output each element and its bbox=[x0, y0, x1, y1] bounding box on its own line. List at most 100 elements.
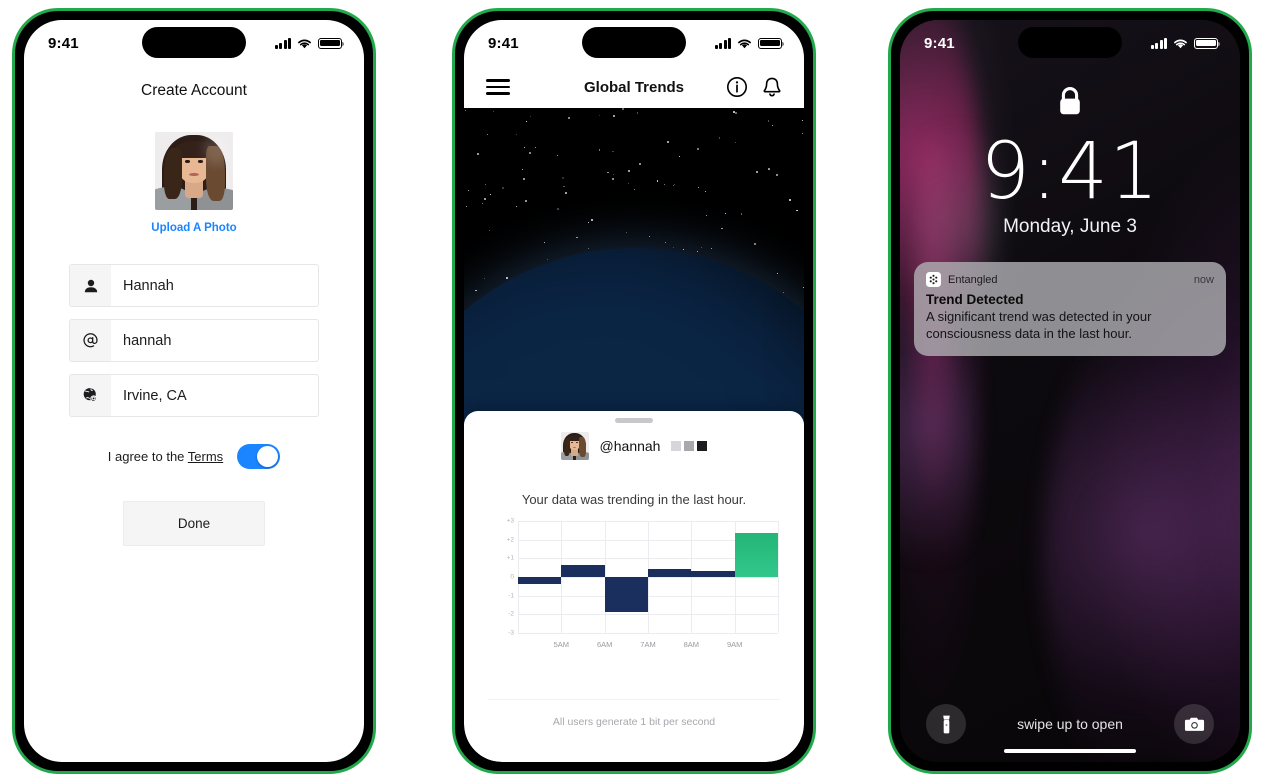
screen-global-trends: 9:41 Global Trends @hannah Your data was… bbox=[464, 20, 804, 762]
star bbox=[789, 199, 792, 202]
star bbox=[588, 221, 589, 223]
trend-card: @hannah Your data was trending in the la… bbox=[464, 411, 804, 762]
username-field[interactable]: hannah bbox=[69, 319, 319, 362]
star bbox=[795, 209, 798, 212]
bell-icon[interactable] bbox=[762, 76, 782, 98]
lock-date: Monday, June 3 bbox=[1003, 216, 1137, 238]
mute-switch[interactable] bbox=[452, 141, 455, 175]
star bbox=[721, 227, 723, 229]
volume-down-button[interactable] bbox=[452, 253, 455, 309]
chart-bar[interactable] bbox=[648, 569, 692, 577]
star bbox=[664, 184, 666, 186]
chart-bar[interactable] bbox=[691, 570, 735, 577]
star bbox=[801, 132, 804, 135]
volume-up-button[interactable] bbox=[12, 187, 15, 243]
notification-banner[interactable]: Entangled now Trend Detected A significa… bbox=[914, 262, 1226, 356]
username-field-value[interactable]: hannah bbox=[111, 320, 318, 361]
volume-down-button[interactable] bbox=[12, 253, 15, 309]
star bbox=[557, 208, 560, 210]
info-circle-icon[interactable] bbox=[726, 76, 748, 98]
screen-lock[interactable]: 9:41 9:41 Monday, June 3 Entangled now T… bbox=[900, 20, 1240, 762]
avatar[interactable] bbox=[155, 132, 233, 210]
terms-link[interactable]: Terms bbox=[188, 449, 223, 464]
notification-app-name: Entangled bbox=[948, 273, 998, 286]
star bbox=[546, 258, 549, 261]
avatar-photo bbox=[155, 132, 233, 210]
volume-button-left[interactable] bbox=[12, 141, 15, 175]
name-field-value[interactable]: Hannah bbox=[111, 265, 318, 306]
globe-search-icon bbox=[70, 375, 111, 416]
power-button[interactable] bbox=[1249, 193, 1252, 269]
chart-bar[interactable] bbox=[518, 577, 562, 584]
swipe-up-label: swipe up to open bbox=[1017, 716, 1123, 732]
star bbox=[475, 290, 477, 292]
star bbox=[753, 242, 756, 245]
star bbox=[599, 149, 601, 151]
star bbox=[568, 117, 571, 120]
y-axis-tick-label: 0 bbox=[510, 573, 514, 581]
star bbox=[782, 291, 784, 293]
star bbox=[516, 133, 518, 135]
globe-visualization[interactable]: Tyumen Seoul Thiruvananthapuram bbox=[464, 108, 804, 438]
volume-down-button[interactable] bbox=[888, 253, 891, 309]
star bbox=[633, 188, 636, 190]
dynamic-island bbox=[142, 27, 246, 58]
star bbox=[776, 173, 779, 176]
home-indicator[interactable] bbox=[1004, 748, 1136, 753]
power-button[interactable] bbox=[373, 193, 376, 269]
user-handle[interactable]: @hannah bbox=[600, 438, 661, 454]
star bbox=[740, 212, 743, 215]
star bbox=[465, 110, 467, 112]
avatar-photo bbox=[560, 432, 589, 460]
volume-up-button[interactable] bbox=[888, 187, 891, 243]
star bbox=[802, 120, 804, 122]
star bbox=[534, 147, 536, 148]
flashlight-button[interactable] bbox=[926, 704, 966, 744]
star bbox=[488, 229, 490, 231]
star bbox=[697, 186, 700, 188]
star bbox=[649, 235, 651, 237]
power-button[interactable] bbox=[813, 193, 816, 269]
star bbox=[607, 171, 609, 174]
volume-up-button[interactable] bbox=[452, 187, 455, 243]
terms-toggle[interactable] bbox=[237, 444, 281, 469]
phone-create-account: 9:41 Create Account Upload A Photo Hanna… bbox=[12, 8, 376, 774]
star bbox=[706, 215, 708, 217]
card-footer-text: All users generate 1 bit per second bbox=[552, 716, 716, 728]
star bbox=[523, 146, 526, 149]
upload-photo-link[interactable]: Upload A Photo bbox=[24, 222, 364, 234]
battery-full-icon bbox=[758, 37, 785, 49]
phone-lock-screen: 9:41 9:41 Monday, June 3 Entangled now T… bbox=[888, 8, 1252, 774]
x-axis-tick-label: 9AM bbox=[726, 640, 743, 649]
card-drag-handle[interactable] bbox=[615, 418, 653, 423]
gridline-vertical bbox=[561, 521, 563, 633]
earth-sphere: Tyumen Seoul Thiruvananthapuram bbox=[464, 248, 804, 438]
star bbox=[732, 111, 735, 113]
location-field-value[interactable]: Irvine, CA bbox=[111, 375, 318, 416]
star bbox=[700, 246, 703, 249]
trend-chart[interactable]: +3 +2 +1 0 -1 -2 -3 5AM 6AM 7AM 8AM 9AM bbox=[496, 518, 779, 651]
star bbox=[525, 120, 527, 122]
camera-button[interactable] bbox=[1174, 704, 1214, 744]
chart-bar[interactable] bbox=[604, 577, 648, 612]
done-button[interactable]: Done bbox=[123, 501, 265, 546]
star bbox=[771, 125, 773, 127]
avatar[interactable] bbox=[560, 432, 589, 460]
star bbox=[755, 170, 758, 173]
star bbox=[776, 273, 778, 275]
status-square-2 bbox=[684, 441, 695, 451]
star bbox=[704, 190, 706, 193]
mute-switch[interactable] bbox=[888, 141, 891, 175]
star bbox=[656, 180, 659, 182]
star bbox=[767, 120, 770, 122]
star bbox=[476, 152, 479, 155]
chart-bar[interactable] bbox=[561, 564, 605, 577]
star bbox=[802, 286, 804, 288]
name-field[interactable]: Hannah bbox=[69, 264, 319, 307]
notification-header: Entangled now bbox=[926, 272, 1214, 288]
chart-bar-highlight[interactable] bbox=[734, 533, 778, 577]
trend-subtitle: Your data was trending in the last hour. bbox=[521, 492, 747, 507]
hamburger-menu-icon[interactable] bbox=[486, 75, 510, 98]
location-field[interactable]: Irvine, CA bbox=[69, 374, 319, 417]
chart-plot-area: +3 +2 +1 0 -1 -2 -3 5AM 6AM 7AM 8AM 9AM bbox=[507, 518, 779, 649]
